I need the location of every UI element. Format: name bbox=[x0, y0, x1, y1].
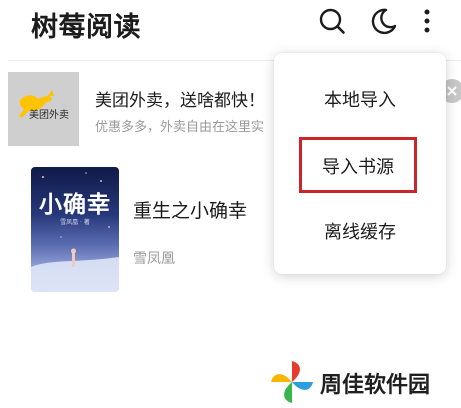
menu-item-import-source[interactable]: 导入书源 bbox=[299, 137, 417, 193]
menu-item-local-import[interactable]: 本地导入 bbox=[274, 81, 446, 121]
night-mode-icon[interactable] bbox=[368, 6, 398, 36]
ad-title: 美团外卖，送啥都快！ bbox=[95, 91, 265, 111]
watermark-text: 周佳软件园 bbox=[320, 373, 431, 398]
pinwheel-logo-icon bbox=[271, 361, 313, 403]
app-title: 树莓阅读 bbox=[31, 12, 141, 43]
cover-author: 雪凤凰 · 著 bbox=[60, 219, 90, 226]
more-vert-icon[interactable] bbox=[412, 6, 442, 36]
book-title: 重生之小确幸 bbox=[133, 200, 248, 222]
cover-title: 小确幸 bbox=[39, 191, 111, 218]
book-author: 雪凤凰 bbox=[133, 251, 175, 267]
book-cover: 小确幸 雪凤凰 · 著 bbox=[31, 167, 119, 292]
menu-item-offline-cache[interactable]: 离线缓存 bbox=[274, 213, 446, 253]
ad-thumbnail: 美团外卖 bbox=[8, 72, 79, 146]
watermark: 周佳软件园 bbox=[268, 359, 461, 405]
top-bar: 树莓阅读 bbox=[0, 0, 461, 44]
ad-thumbnail-brand: 美团外卖 bbox=[29, 110, 69, 121]
overflow-menu: 本地导入 导入书源 离线缓存 bbox=[274, 53, 446, 274]
search-icon[interactable] bbox=[317, 6, 347, 36]
ad-description: 优惠多多，外卖自由在这里实 bbox=[95, 120, 265, 135]
